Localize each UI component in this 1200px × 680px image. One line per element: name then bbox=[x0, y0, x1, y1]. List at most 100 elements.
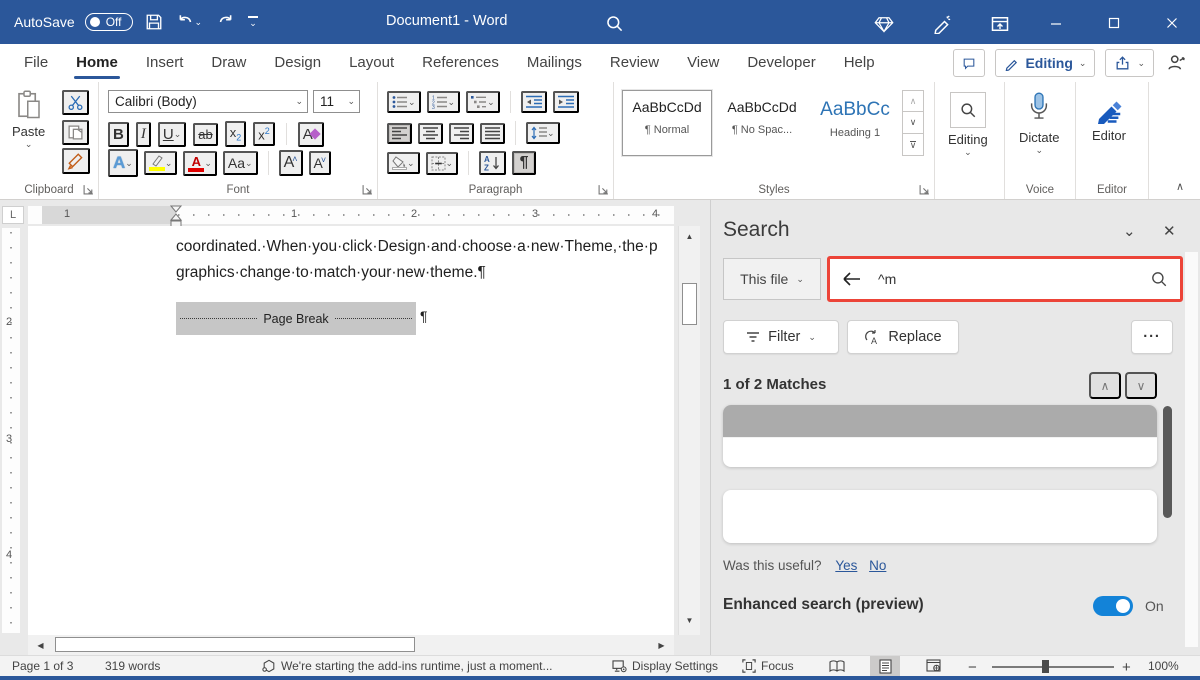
change-case-button[interactable]: Aa⌄ bbox=[223, 151, 258, 175]
horizontal-scroll-thumb[interactable] bbox=[55, 637, 415, 652]
superscript-button[interactable]: x2 bbox=[253, 122, 275, 146]
zoom-slider-thumb[interactable] bbox=[1042, 660, 1049, 673]
document-text-line[interactable]: graphics·change·to·match·your·new·theme.… bbox=[176, 264, 674, 282]
addin-status[interactable]: We're starting the add-ins runtime, just… bbox=[262, 659, 553, 673]
horizontal-ruler[interactable]: 1 1 2 3 4 bbox=[28, 206, 674, 224]
tab-draw[interactable]: Draw bbox=[197, 44, 260, 82]
back-arrow-icon[interactable] bbox=[842, 271, 862, 287]
close-button[interactable] bbox=[1162, 13, 1182, 33]
vertical-scroll-thumb[interactable] bbox=[682, 283, 697, 325]
pane-collapse-chevron[interactable]: ⌄ bbox=[1123, 222, 1136, 240]
tab-insert[interactable]: Insert bbox=[132, 44, 198, 82]
shading-button[interactable]: ⌄ bbox=[387, 152, 420, 175]
share-button[interactable]: ⌄ bbox=[1105, 49, 1154, 77]
editing-mode-dropdown[interactable]: Editing ⌄ bbox=[995, 49, 1095, 77]
titlebar-search-button[interactable] bbox=[603, 12, 626, 35]
styles-dialog-launcher[interactable] bbox=[919, 184, 930, 195]
comments-button[interactable] bbox=[953, 49, 985, 77]
zoom-slider[interactable] bbox=[992, 666, 1114, 668]
align-center-button[interactable] bbox=[418, 123, 443, 144]
paste-button[interactable]: Paste ⌄ bbox=[12, 90, 45, 150]
match-result[interactable] bbox=[723, 490, 1157, 543]
clipboard-dialog-launcher[interactable] bbox=[83, 184, 94, 195]
format-painter-button[interactable] bbox=[62, 148, 90, 174]
subscript-button[interactable]: x2 bbox=[225, 121, 247, 147]
search-submit-icon[interactable] bbox=[1150, 270, 1168, 288]
tab-developer[interactable]: Developer bbox=[733, 44, 829, 82]
line-spacing-button[interactable]: ⌄ bbox=[526, 122, 560, 144]
tab-references[interactable]: References bbox=[408, 44, 513, 82]
editing-dropdown-button[interactable]: Editing ⌄ bbox=[948, 92, 988, 158]
scroll-left-arrow[interactable]: ◀ bbox=[32, 637, 49, 654]
tab-home[interactable]: Home bbox=[62, 44, 132, 82]
minimize-button[interactable] bbox=[1046, 14, 1066, 34]
undo-button[interactable]: ⌄ bbox=[175, 11, 205, 33]
tab-help[interactable]: Help bbox=[830, 44, 889, 82]
collapse-ribbon-button[interactable]: ∧ bbox=[1176, 180, 1184, 193]
align-left-button[interactable] bbox=[387, 123, 412, 144]
tab-review[interactable]: Review bbox=[596, 44, 673, 82]
editor-button[interactable]: Editor bbox=[1092, 94, 1126, 143]
pane-scrollbar-track[interactable] bbox=[1185, 252, 1198, 647]
read-mode-button[interactable] bbox=[822, 656, 852, 676]
justify-button[interactable] bbox=[480, 123, 505, 144]
tab-design[interactable]: Design bbox=[260, 44, 335, 82]
styles-scroll-down-button[interactable]: ∨ bbox=[902, 112, 924, 134]
shrink-font-button[interactable]: A˅ bbox=[309, 151, 332, 175]
display-settings-button[interactable]: Display Settings bbox=[612, 659, 718, 673]
dictate-button[interactable]: Dictate ⌄ bbox=[1019, 92, 1059, 156]
customize-quick-access-button[interactable]: ⌄ bbox=[246, 14, 260, 29]
pane-close-icon[interactable]: ✕ bbox=[1163, 222, 1176, 240]
sort-button[interactable]: AZ bbox=[479, 151, 506, 175]
search-input[interactable]: ^m bbox=[827, 256, 1183, 302]
save-button[interactable] bbox=[143, 11, 165, 33]
highlight-button[interactable]: ⌄ bbox=[144, 151, 178, 175]
feedback-yes-link[interactable]: Yes bbox=[835, 558, 857, 573]
feedback-no-link[interactable]: No bbox=[869, 558, 886, 573]
search-scope-dropdown[interactable]: This file ⌄ bbox=[723, 258, 821, 300]
document-page[interactable]: coordinated.·When·you·click·Design·and·c… bbox=[28, 226, 674, 635]
italic-button[interactable]: I bbox=[136, 122, 151, 147]
cut-button[interactable] bbox=[62, 90, 89, 115]
horizontal-scrollbar[interactable]: ◀ ▶ bbox=[28, 635, 674, 655]
paragraph-dialog-launcher[interactable] bbox=[598, 184, 609, 195]
redo-button[interactable] bbox=[214, 11, 236, 33]
word-count[interactable]: 319 words bbox=[105, 659, 160, 673]
show-formatting-marks-button[interactable]: ¶ bbox=[512, 151, 536, 175]
underline-button[interactable]: U⌄ bbox=[158, 122, 186, 147]
page-break-marker[interactable]: Page Break bbox=[176, 302, 416, 335]
premium-button[interactable] bbox=[872, 12, 896, 36]
next-match-button[interactable]: ∨ bbox=[1125, 372, 1157, 399]
tab-mailings[interactable]: Mailings bbox=[513, 44, 596, 82]
styles-more-button[interactable]: ∨ bbox=[902, 134, 924, 156]
focus-button[interactable]: Focus bbox=[742, 659, 794, 673]
tab-file[interactable]: File bbox=[10, 44, 62, 82]
numbering-button[interactable]: 123⌄ bbox=[427, 91, 461, 113]
filter-button[interactable]: Filter ⌄ bbox=[723, 320, 839, 354]
styles-scroll-up-button[interactable]: ∧ bbox=[902, 90, 924, 112]
style-normal[interactable]: AaBbCcDd ¶ Normal bbox=[622, 90, 712, 156]
presence-button[interactable] bbox=[1164, 51, 1188, 75]
style-no-spacing[interactable]: AaBbCcDd ¶ No Spac... bbox=[717, 90, 807, 156]
ribbon-display-options-button[interactable] bbox=[988, 12, 1012, 36]
match-result-selected[interactable] bbox=[723, 405, 1157, 467]
enhanced-search-toggle[interactable] bbox=[1093, 596, 1133, 616]
copy-button[interactable] bbox=[62, 120, 89, 145]
tab-layout[interactable]: Layout bbox=[335, 44, 408, 82]
autosave-toggle[interactable]: Off bbox=[85, 13, 133, 31]
font-size-combo[interactable]: 11⌄ bbox=[313, 90, 360, 113]
whats-new-button[interactable] bbox=[930, 12, 954, 36]
zoom-in-button[interactable]: + bbox=[1122, 659, 1131, 676]
font-name-combo[interactable]: Calibri (Body)⌄ bbox=[108, 90, 308, 113]
strikethrough-button[interactable]: ab bbox=[193, 123, 217, 146]
scroll-up-arrow[interactable]: ▲ bbox=[681, 228, 698, 245]
scroll-down-arrow[interactable]: ▼ bbox=[681, 612, 698, 629]
maximize-button[interactable] bbox=[1104, 13, 1124, 33]
results-scroll-thumb[interactable] bbox=[1163, 406, 1172, 518]
page-indicator[interactable]: Page 1 of 3 bbox=[12, 659, 73, 673]
font-color-button[interactable]: A ⌄ bbox=[183, 151, 217, 176]
borders-button[interactable]: ⌄ bbox=[426, 152, 459, 175]
vertical-ruler[interactable]: 2 3 4 bbox=[2, 228, 20, 633]
decrease-indent-button[interactable] bbox=[521, 91, 547, 113]
align-right-button[interactable] bbox=[449, 123, 474, 144]
